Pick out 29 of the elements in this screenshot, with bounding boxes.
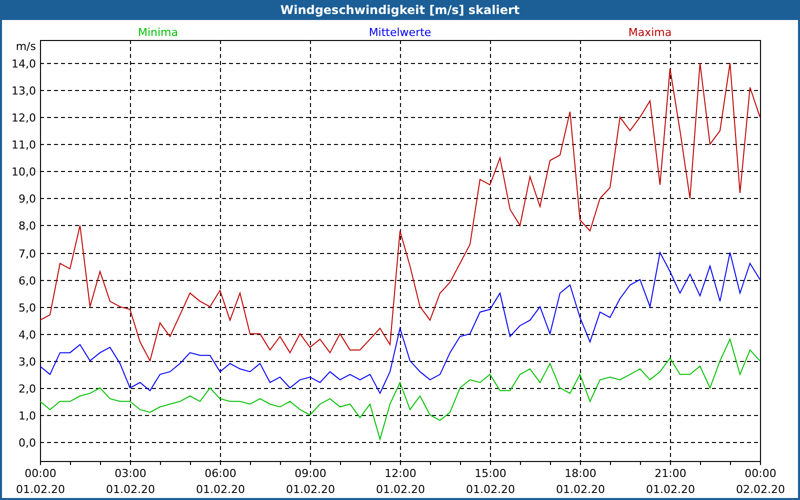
- y-axis-label: 6,0: [18, 274, 36, 288]
- x-axis-label: 00:00 01.02.20: [16, 467, 65, 496]
- legend-label: Minima: [138, 26, 178, 39]
- y-axis-label: 11,0: [12, 138, 36, 152]
- axis-unit: m/s: [16, 40, 36, 53]
- y-axis-label: 10,0: [12, 166, 36, 178]
- x-axis-label: 06:00 01.02.20: [196, 467, 245, 496]
- x-axis-label: 21:00 01.02.20: [646, 467, 695, 496]
- y-axis-label: 9,0: [18, 192, 36, 206]
- y-axis-label: 1,0: [18, 410, 36, 422]
- x-axis-label: 15:00 01.02.20: [466, 467, 515, 496]
- x-axis-label: 09:00 01.02.20: [286, 467, 335, 496]
- y-axis-label: 7,0: [18, 248, 36, 260]
- y-axis-label: 3,0: [18, 356, 36, 368]
- y-axis-label: 4,0: [18, 328, 36, 342]
- y-axis-label: 5,0: [18, 302, 36, 314]
- x-axis-label: 12:00 01.02.20: [376, 467, 425, 496]
- y-axis-label: 0,0: [18, 436, 36, 450]
- window-title: Windgeschwindigkeit [m/s] skaliert: [0, 0, 800, 20]
- y-axis-label: 2,0: [18, 382, 36, 396]
- x-axis-label: 03:00 01.02.20: [106, 467, 155, 496]
- x-axis-label: 00:00 02.02.20: [736, 467, 785, 496]
- y-axis-label: 13,0: [12, 84, 36, 98]
- legend-label: Mittelwerte: [368, 26, 432, 39]
- y-axis-label: 8,0: [18, 220, 36, 232]
- x-axis-label: 18:00 01.02.20: [556, 467, 605, 496]
- y-axis-label: 14,0: [12, 58, 36, 70]
- legend-label: Maxima: [628, 26, 672, 39]
- y-axis-label: 12,0: [12, 112, 36, 124]
